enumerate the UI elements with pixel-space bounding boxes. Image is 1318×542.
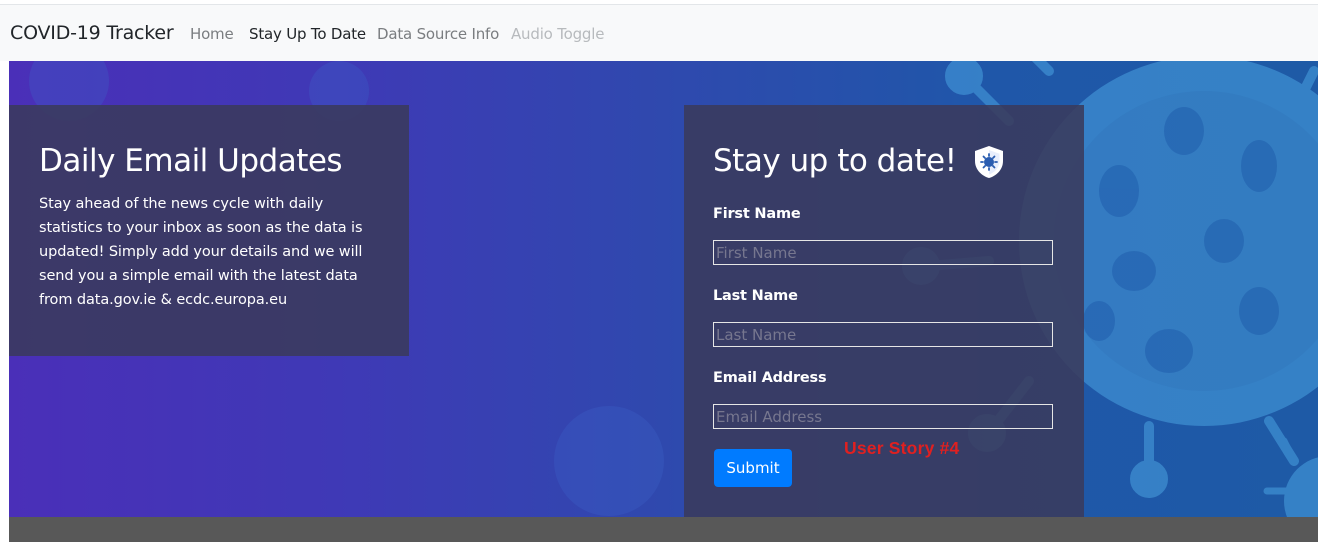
virus-shield-icon xyxy=(975,146,1003,178)
user-story-annotation: User Story #4 xyxy=(844,438,960,458)
info-panel: Daily Email Updates Stay ahead of the ne… xyxy=(9,105,409,356)
nav-link-audio-toggle[interactable]: Audio Toggle xyxy=(511,25,604,43)
info-panel-text: Stay ahead of the news cycle with daily … xyxy=(39,196,363,308)
nav-link-home[interactable]: Home xyxy=(190,25,234,43)
last-name-label: Last Name xyxy=(713,288,798,304)
email-address-input[interactable] xyxy=(713,404,1053,429)
nav-link-data-source-info[interactable]: Data Source Info xyxy=(377,25,499,43)
first-name-label: First Name xyxy=(713,206,801,222)
form-title: Stay up to date! xyxy=(713,143,957,179)
submit-button[interactable]: Submit xyxy=(714,449,792,487)
navbar-brand[interactable]: COVID-19 Tracker xyxy=(10,22,174,44)
first-name-input[interactable] xyxy=(713,240,1053,265)
email-address-label: Email Address xyxy=(713,370,827,386)
last-name-input[interactable] xyxy=(713,322,1053,347)
info-panel-title: Daily Email Updates xyxy=(39,143,343,179)
nav-link-stay-up-to-date[interactable]: Stay Up To Date xyxy=(249,25,366,43)
navbar: COVID-19 Tracker Home Stay Up To Date Da… xyxy=(0,4,1318,61)
signup-form-panel: Stay up to date! First Name Last Name Em… xyxy=(684,105,1084,517)
footer-bar xyxy=(9,517,1318,542)
